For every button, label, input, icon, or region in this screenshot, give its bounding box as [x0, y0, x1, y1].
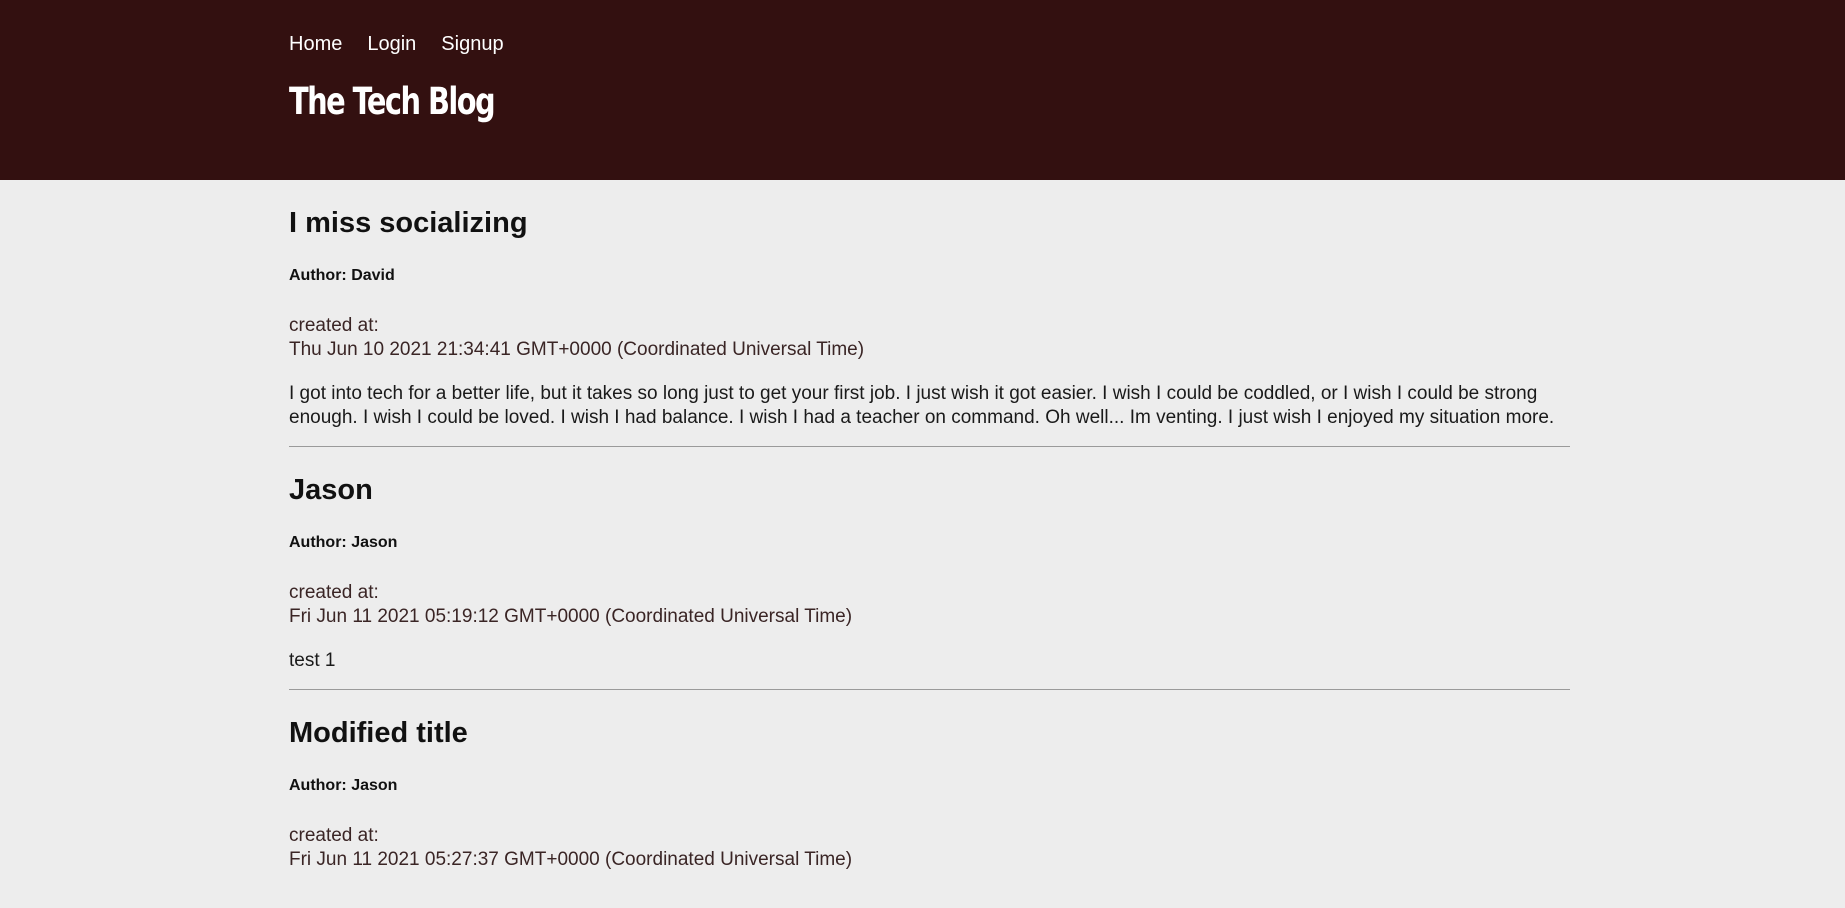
nav-home-link[interactable]: Home: [289, 33, 342, 56]
nav-signup-link[interactable]: Signup: [441, 33, 503, 56]
post-title[interactable]: Jason: [289, 473, 1570, 507]
created-at-label: created at:: [289, 825, 379, 846]
created-at-label: created at:: [289, 315, 379, 336]
post-title[interactable]: I miss socializing: [289, 206, 1570, 240]
main-nav: Home Login Signup: [289, 33, 504, 56]
nav-login-link[interactable]: Login: [367, 33, 416, 56]
post-author: Author: Jason: [289, 534, 398, 551]
post-title[interactable]: Modified title: [289, 716, 1570, 750]
post-body: I got into tech for a better life, but i…: [289, 383, 1555, 428]
post-item: Modified title Author: Jason created at:…: [289, 716, 1570, 908]
post-list: I miss socializing Author: David created…: [289, 180, 1570, 908]
site-title: The Tech Blog: [289, 80, 496, 123]
post-body: test 1: [289, 650, 336, 671]
post-author: Author: Jason: [289, 777, 398, 794]
post-item: Jason Author: Jason created at: Fri Jun …: [289, 473, 1570, 690]
post-item: I miss socializing Author: David created…: [289, 206, 1570, 447]
created-at-date: Thu Jun 10 2021 21:34:41 GMT+0000 (Coord…: [289, 339, 865, 360]
created-at-date: Fri Jun 11 2021 05:27:37 GMT+0000 (Coord…: [289, 849, 853, 870]
site-header: Home Login Signup The Tech Blog: [0, 0, 1845, 180]
post-author: Author: David: [289, 267, 395, 284]
created-at-date: Fri Jun 11 2021 05:19:12 GMT+0000 (Coord…: [289, 606, 853, 627]
created-at-label: created at:: [289, 582, 379, 603]
